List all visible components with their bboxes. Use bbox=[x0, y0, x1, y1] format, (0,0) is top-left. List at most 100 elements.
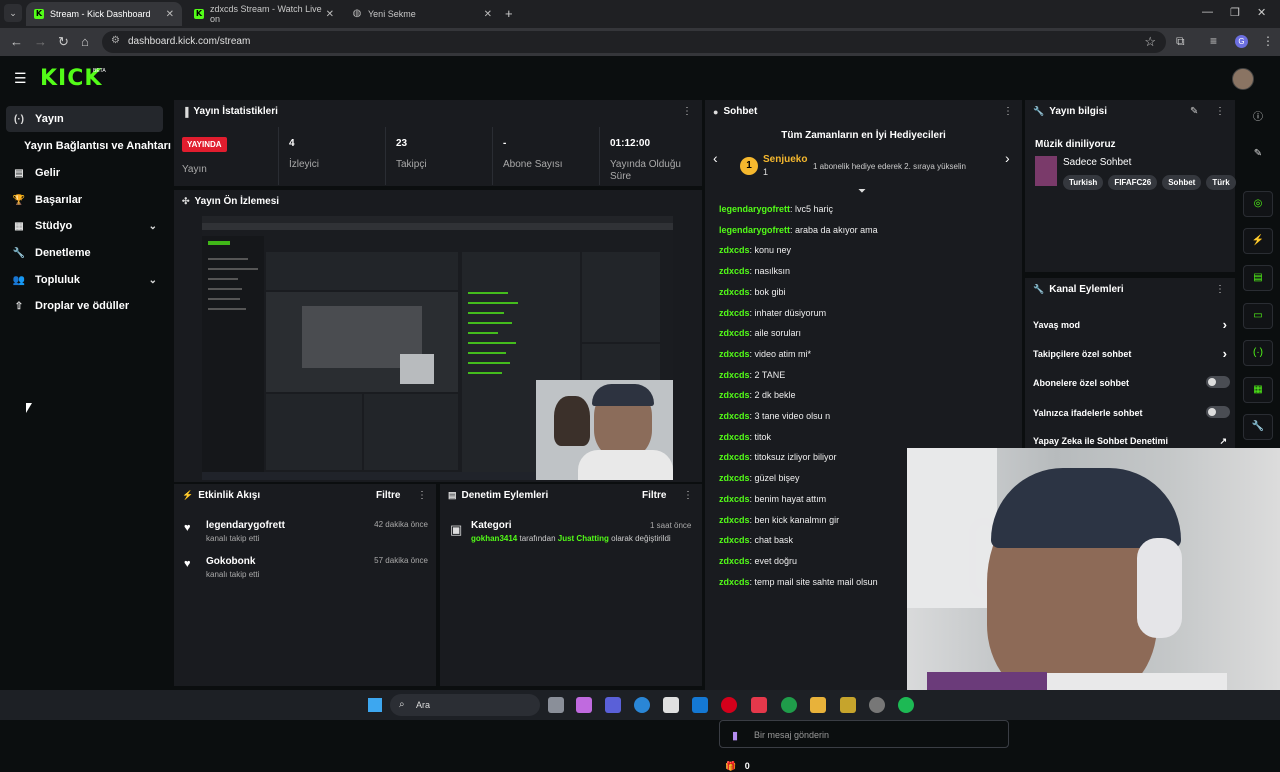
mod-action-category[interactable]: Just Chatting bbox=[558, 534, 609, 543]
chat-username[interactable]: legendarygofrett bbox=[719, 225, 790, 235]
copilot-icon[interactable] bbox=[576, 697, 592, 713]
app-icon[interactable] bbox=[840, 697, 856, 713]
edit-pencil-icon[interactable]: ✎ bbox=[1243, 142, 1273, 168]
chat-username[interactable]: zdxcds bbox=[719, 432, 750, 442]
mod-action-user[interactable]: gokhan3414 bbox=[471, 534, 517, 543]
tag[interactable]: FIFAFC26 bbox=[1108, 175, 1158, 190]
clip-icon[interactable]: ◎ bbox=[1243, 191, 1273, 217]
chat-username[interactable]: zdxcds bbox=[719, 328, 750, 338]
chat-username[interactable]: zdxcds bbox=[719, 308, 750, 318]
site-info-icon[interactable]: ⚙ bbox=[111, 35, 120, 46]
chat-username[interactable]: zdxcds bbox=[719, 556, 750, 566]
collapse-icon[interactable]: ⏷ bbox=[858, 186, 866, 197]
teams-icon[interactable] bbox=[605, 697, 621, 713]
close-tab-icon[interactable]: ✕ bbox=[484, 9, 492, 20]
sidebar-item-yayin[interactable]: (·) Yayın bbox=[6, 106, 163, 132]
browser-menu-icon[interactable]: ⋮ bbox=[1262, 34, 1274, 48]
forward-icon[interactable]: → bbox=[34, 34, 47, 49]
close-tab-icon[interactable]: ✕ bbox=[166, 9, 174, 20]
chat-input[interactable]: ▮ Bir mesaj gönderin bbox=[719, 720, 1009, 748]
windows-start-icon[interactable] bbox=[368, 698, 382, 712]
chat-username[interactable]: zdxcds bbox=[719, 473, 750, 483]
chat-username[interactable]: legendarygofrett bbox=[719, 204, 790, 214]
sidebar-item-denetleme[interactable]: 🔧 Denetleme bbox=[6, 240, 163, 266]
mic-icon[interactable]: ▮ bbox=[732, 729, 738, 742]
gift-counter[interactable]: 🎁 0 bbox=[725, 761, 750, 772]
task-view-icon[interactable] bbox=[548, 697, 564, 713]
spotify-icon[interactable] bbox=[898, 697, 914, 713]
hamburger-menu-icon[interactable]: ☰ bbox=[14, 70, 27, 87]
subscribers-only-toggle[interactable] bbox=[1206, 376, 1230, 388]
chevron-down-icon[interactable]: ⌄ bbox=[149, 221, 157, 232]
moderation-filter-button[interactable]: Filtre bbox=[642, 490, 666, 501]
new-tab-button[interactable]: + bbox=[505, 6, 513, 21]
chrome-icon[interactable] bbox=[781, 697, 797, 713]
chat-username[interactable]: zdxcds bbox=[719, 411, 750, 421]
sidebar-item-basarilar[interactable]: 🏆 Başarılar bbox=[6, 187, 163, 213]
chat-username[interactable]: zdxcds bbox=[719, 390, 750, 400]
edge-icon[interactable] bbox=[634, 697, 650, 713]
back-icon[interactable]: ← bbox=[10, 34, 23, 49]
more-options-icon[interactable]: ⋮ bbox=[1003, 106, 1013, 117]
gifter-name[interactable]: Senjueko bbox=[763, 154, 807, 165]
sidebar-item-topluluk[interactable]: 👥 Topluluk ⌄ bbox=[6, 267, 163, 293]
chat-username[interactable]: zdxcds bbox=[719, 349, 750, 359]
chat-username[interactable]: zdxcds bbox=[719, 577, 750, 587]
chat-username[interactable]: zdxcds bbox=[719, 515, 750, 525]
stream-preview-video[interactable] bbox=[202, 216, 673, 480]
activity-user[interactable]: legendarygofrett bbox=[206, 520, 285, 531]
chat-username[interactable]: zdxcds bbox=[719, 287, 750, 297]
chat-username[interactable]: zdxcds bbox=[719, 535, 750, 545]
more-options-icon[interactable]: ⋮ bbox=[683, 490, 693, 501]
activity-user[interactable]: Gokobonk bbox=[206, 556, 255, 567]
minimize-button[interactable]: — bbox=[1202, 6, 1213, 18]
taskbar-search[interactable]: ⌕ Ara bbox=[390, 694, 540, 716]
tag[interactable]: Sohbet bbox=[1162, 175, 1202, 190]
bookmark-star-icon[interactable]: ☆ bbox=[1144, 34, 1156, 50]
wrench-icon[interactable]: 🔧 bbox=[1243, 414, 1273, 440]
more-options-icon[interactable]: ⋮ bbox=[1215, 106, 1225, 117]
notes-icon[interactable]: ▤ bbox=[1243, 265, 1273, 291]
sidebar-item-gelir[interactable]: ▤ Gelir bbox=[6, 160, 163, 186]
sidebar-item-studyo[interactable]: ▦ Stüdyo ⌄ bbox=[6, 213, 163, 239]
user-avatar[interactable] bbox=[1232, 68, 1254, 90]
sidebar-item-stream-key[interactable]: Yayın Bağlantısı ve Anahtarı bbox=[6, 133, 171, 159]
more-options-icon[interactable]: ⋮ bbox=[417, 490, 427, 501]
chevron-right-icon[interactable]: › bbox=[1005, 150, 1010, 166]
home-icon[interactable]: ⌂ bbox=[81, 34, 89, 49]
browser-tab-1[interactable]: K Stream - Kick Dashboard ✕ bbox=[26, 2, 182, 26]
chat-username[interactable]: zdxcds bbox=[719, 370, 750, 380]
chat-username[interactable]: zdxcds bbox=[719, 494, 750, 504]
media-control-icon[interactable]: ≡ bbox=[1210, 34, 1217, 48]
opera-icon[interactable] bbox=[721, 697, 737, 713]
close-window-button[interactable]: ✕ bbox=[1257, 6, 1266, 19]
followers-only-item[interactable]: Takipçilere özel sohbet › bbox=[1033, 346, 1227, 361]
activity-filter-button[interactable]: Filtre bbox=[376, 490, 400, 501]
address-bar[interactable]: ⚙ dashboard.kick.com/stream ☆ bbox=[102, 31, 1166, 53]
more-options-icon[interactable]: ⋮ bbox=[682, 106, 692, 117]
chevron-down-icon[interactable]: ⌄ bbox=[149, 275, 157, 286]
chevron-right-icon[interactable]: › bbox=[1223, 346, 1227, 361]
sidebar-item-droplar[interactable]: ⇧ Droplar ve ödüller bbox=[6, 293, 163, 319]
extensions-icon[interactable]: ⧉ bbox=[1176, 34, 1185, 49]
chat-username[interactable]: zdxcds bbox=[719, 266, 750, 276]
chat-username[interactable]: zdxcds bbox=[719, 245, 750, 255]
broadcast-icon[interactable]: (·) bbox=[1243, 340, 1273, 366]
layout-icon[interactable]: ▦ bbox=[1243, 377, 1273, 403]
lightning-icon[interactable]: ⚡ bbox=[1243, 228, 1273, 254]
stream-category[interactable]: Sadece Sohbet bbox=[1063, 157, 1131, 168]
chevron-left-icon[interactable]: ‹ bbox=[713, 150, 718, 166]
app-icon[interactable] bbox=[869, 697, 885, 713]
reload-icon[interactable]: ↻ bbox=[58, 34, 69, 50]
more-options-icon[interactable]: ⋮ bbox=[1215, 284, 1225, 295]
maximize-button[interactable]: ❐ bbox=[1230, 6, 1240, 19]
browser-tab-3[interactable]: ◍ Yeni Sekme ✕ bbox=[344, 2, 500, 26]
close-tab-icon[interactable]: ✕ bbox=[326, 9, 334, 20]
tab-search-dropdown[interactable]: ⌄ bbox=[4, 4, 22, 22]
slow-mode-item[interactable]: Yavaş mod › bbox=[1033, 317, 1227, 332]
file-explorer-icon[interactable] bbox=[810, 697, 826, 713]
app-icon[interactable] bbox=[751, 697, 767, 713]
tag[interactable]: Turkish bbox=[1063, 175, 1104, 190]
external-link-icon[interactable]: ↗ bbox=[1219, 436, 1227, 447]
chevron-right-icon[interactable]: › bbox=[1223, 317, 1227, 332]
